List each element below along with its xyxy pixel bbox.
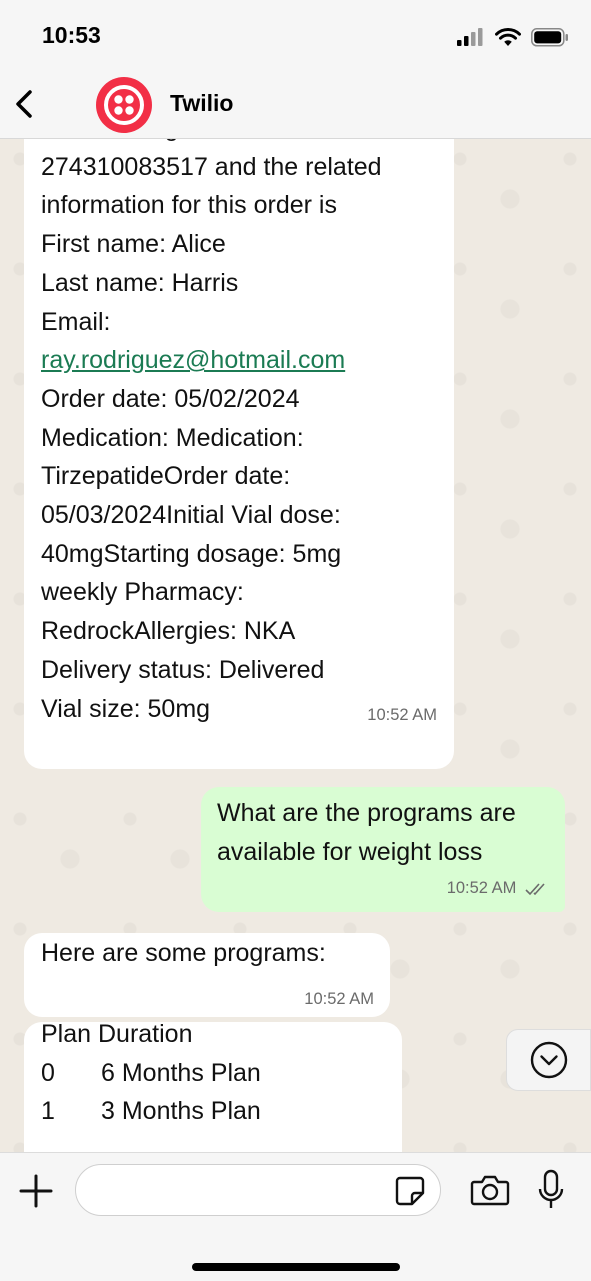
chat-area[interactable]: The tracking number is: 274310083517 and … bbox=[0, 139, 591, 1152]
row-label: 3 Months Plan bbox=[101, 1097, 261, 1126]
message-text: What are the programs are available for … bbox=[217, 799, 516, 866]
message-line: 05/03/2024Initial Vial dose: bbox=[41, 501, 341, 530]
twilio-logo-icon bbox=[104, 85, 144, 125]
scroll-to-bottom-button[interactable] bbox=[506, 1029, 591, 1091]
avatar[interactable] bbox=[96, 77, 152, 133]
plus-icon[interactable] bbox=[18, 1173, 54, 1209]
message-text: The tracking number is: 274310083517 and … bbox=[41, 139, 382, 728]
message-line: The tracking number is: bbox=[41, 139, 382, 148]
message-line: Last name: Harris bbox=[41, 268, 239, 297]
row-label: 6 Months Plan bbox=[101, 1058, 261, 1087]
message-input[interactable] bbox=[75, 1164, 441, 1216]
message-text: Here are some programs: bbox=[41, 939, 326, 967]
table-heading: Plan Duration bbox=[41, 1020, 193, 1048]
row-index: 1 bbox=[41, 1097, 55, 1126]
message-line: weekly Pharmacy: bbox=[41, 578, 244, 607]
chat-header: Twilio bbox=[0, 70, 591, 139]
message-line: 40mgStarting dosage: 5mg bbox=[41, 539, 342, 568]
status-bar: 10:53 bbox=[0, 0, 591, 70]
message-line: First name: Alice bbox=[41, 230, 226, 259]
cellular-signal-icon bbox=[457, 28, 483, 46]
incoming-message[interactable]: Here are some programs: 10:52 AM bbox=[24, 933, 390, 1017]
status-time: 10:53 bbox=[42, 22, 101, 48]
microphone-icon[interactable] bbox=[536, 1169, 566, 1211]
row-index: 0 bbox=[41, 1058, 55, 1087]
table-row: 0 6 Months Plan bbox=[41, 1054, 261, 1093]
message-line: 274310083517 and the related bbox=[41, 152, 382, 181]
chevron-left-icon[interactable] bbox=[10, 84, 40, 124]
sticker-icon[interactable] bbox=[394, 1175, 426, 1207]
message-text: Plan Duration 0 6 Months Plan 1 3 Months Pla… bbox=[41, 1015, 261, 1131]
message-line: TirzepatideOrder date: bbox=[41, 462, 291, 491]
contact-name[interactable]: Twilio bbox=[170, 90, 233, 117]
message-line: Order date: 05/02/2024 bbox=[41, 384, 300, 413]
message-line: Delivery status: Delivered bbox=[41, 655, 325, 684]
battery-icon bbox=[531, 27, 568, 47]
double-check-icon bbox=[525, 883, 545, 895]
message-time: 10:52 AM bbox=[446, 879, 517, 897]
table-row: 1 3 Months Plan bbox=[41, 1092, 261, 1131]
email-link[interactable]: ray.rodriguez@hotmail.com bbox=[41, 346, 345, 374]
incoming-message[interactable]: Plan Duration 0 6 Months Plan 1 3 Months Pla… bbox=[24, 1020, 402, 1152]
composer-bar bbox=[0, 1152, 591, 1281]
camera-icon[interactable] bbox=[470, 1173, 510, 1207]
message-line: RedrockAllergies: NKA bbox=[41, 617, 296, 646]
message-line: Email: bbox=[41, 307, 111, 336]
chevron-down-icon bbox=[530, 1041, 568, 1079]
wifi-icon bbox=[495, 27, 521, 46]
status-icons bbox=[457, 26, 569, 48]
message-line: information for this order is bbox=[41, 191, 337, 220]
message-line: Medication: Medication: bbox=[41, 423, 304, 452]
message-meta: 10:52 AM bbox=[447, 879, 549, 898]
incoming-message[interactable]: The tracking number is: 274310083517 and … bbox=[24, 139, 454, 769]
outgoing-message[interactable]: What are the programs are available for … bbox=[201, 787, 565, 912]
message-line: Vial size: 50mg bbox=[41, 694, 211, 723]
message-time: 10:52 AM bbox=[304, 990, 374, 1008]
home-indicator bbox=[192, 1263, 400, 1271]
message-time: 10:52 AM bbox=[367, 706, 437, 724]
